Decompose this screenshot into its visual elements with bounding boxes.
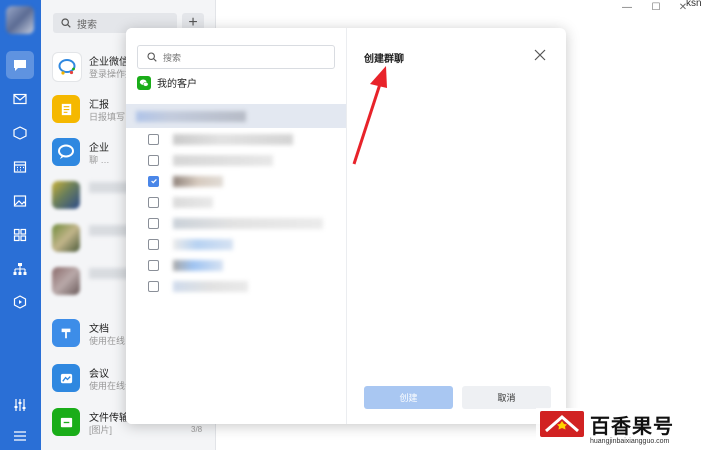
menu-icon[interactable]: [9, 425, 31, 447]
avatar: [52, 224, 80, 252]
watermark-logo-icon: [540, 411, 584, 437]
blurred-contact-name: [173, 259, 223, 271]
list-search-placeholder: 搜索: [77, 19, 97, 31]
contact-picker-panel: 搜索 我的客户: [126, 28, 347, 424]
list-item-title: 汇报: [89, 100, 109, 111]
blurred-contact-name: [173, 133, 293, 145]
contact-checkbox[interactable]: [148, 238, 159, 250]
report-icon: [52, 95, 80, 123]
close-icon[interactable]: [533, 48, 547, 62]
list-item-title: 会议: [89, 369, 109, 380]
create-button[interactable]: 创建: [364, 386, 453, 409]
blurred-contact-name: [173, 280, 248, 292]
meeting-icon: [52, 364, 80, 392]
contact-row[interactable]: [148, 216, 328, 230]
contact-checkbox-checked[interactable]: [148, 175, 159, 187]
contact-checkbox[interactable]: [148, 217, 159, 229]
workbench-icon[interactable]: [9, 122, 31, 144]
list-item-title: 文件传输: [89, 413, 129, 424]
docs-icon: [52, 319, 80, 347]
search-icon: [61, 18, 71, 28]
annotation-arrow-icon: [352, 66, 387, 165]
maximize-icon[interactable]: ☐: [649, 0, 663, 14]
my-customers-label: 我的客户: [157, 79, 197, 90]
contact-row[interactable]: [148, 258, 328, 272]
cancel-button[interactable]: 取消: [462, 386, 551, 409]
partial-window-text: ksn: [686, 0, 702, 9]
mail-icon[interactable]: [9, 88, 31, 110]
nav-rail: [0, 0, 41, 450]
contact-row[interactable]: [148, 153, 328, 167]
dialog-search-placeholder: 搜索: [163, 52, 182, 63]
settings-sliders-icon[interactable]: [9, 394, 31, 416]
wechat-icon: [137, 75, 151, 90]
photo-icon[interactable]: [9, 190, 31, 212]
list-item-subtitle: [图片]: [89, 425, 113, 435]
blurred-contact-name: [173, 175, 223, 187]
org-chart-icon[interactable]: [9, 258, 31, 280]
list-item-subtitle: 聊 …: [89, 155, 110, 165]
apps-icon[interactable]: [9, 224, 31, 246]
watermark-brand: 百香果号: [590, 416, 674, 438]
contact-row[interactable]: [148, 174, 328, 188]
user-avatar[interactable]: [6, 6, 34, 34]
watermark: 百香果号 huangjinbaixiangguo.com: [536, 408, 713, 450]
wecom-chat-icon: [52, 138, 80, 166]
contact-row[interactable]: [148, 237, 328, 251]
avatar: [52, 181, 80, 209]
contact-checkbox[interactable]: [148, 259, 159, 271]
blurred-contact-name: [173, 154, 273, 166]
contact-checkbox[interactable]: [148, 280, 159, 292]
watermark-url: huangjinbaixiangguo.com: [590, 438, 670, 445]
contact-checkbox[interactable]: [148, 154, 159, 166]
selected-contact-row[interactable]: [126, 104, 346, 128]
search-icon: [147, 52, 157, 62]
file-transfer-icon: [52, 408, 80, 436]
dialog-search-input[interactable]: 搜索: [137, 45, 335, 69]
contact-row[interactable]: [148, 279, 328, 293]
video-icon[interactable]: [9, 291, 31, 313]
list-item-count: 3/8: [191, 425, 203, 434]
contact-checkbox[interactable]: [148, 133, 159, 145]
checkmark-icon: [150, 178, 157, 184]
blurred-contact-name: [173, 238, 233, 250]
calendar-icon[interactable]: [9, 156, 31, 178]
contact-row[interactable]: [148, 195, 328, 209]
wecom-logo-icon: [52, 52, 82, 82]
blurred-contact-name: [173, 196, 213, 208]
contact-checkbox[interactable]: [148, 196, 159, 208]
blurred-contact-name: [173, 217, 323, 229]
list-item-subtitle: 使用在线: [89, 336, 126, 346]
list-item-title: 文档: [89, 324, 109, 335]
messages-icon[interactable]: [6, 51, 34, 79]
contact-row[interactable]: [148, 132, 328, 146]
list-item-title: 企业: [89, 143, 109, 154]
minimize-icon[interactable]: —: [620, 0, 634, 14]
list-item-subtitle: 日报填写: [89, 112, 126, 122]
blurred-contact-name: [136, 111, 246, 122]
list-item-title: 企业微信: [89, 57, 129, 68]
avatar: [52, 267, 80, 295]
my-customers-group[interactable]: 我的客户: [137, 75, 197, 90]
